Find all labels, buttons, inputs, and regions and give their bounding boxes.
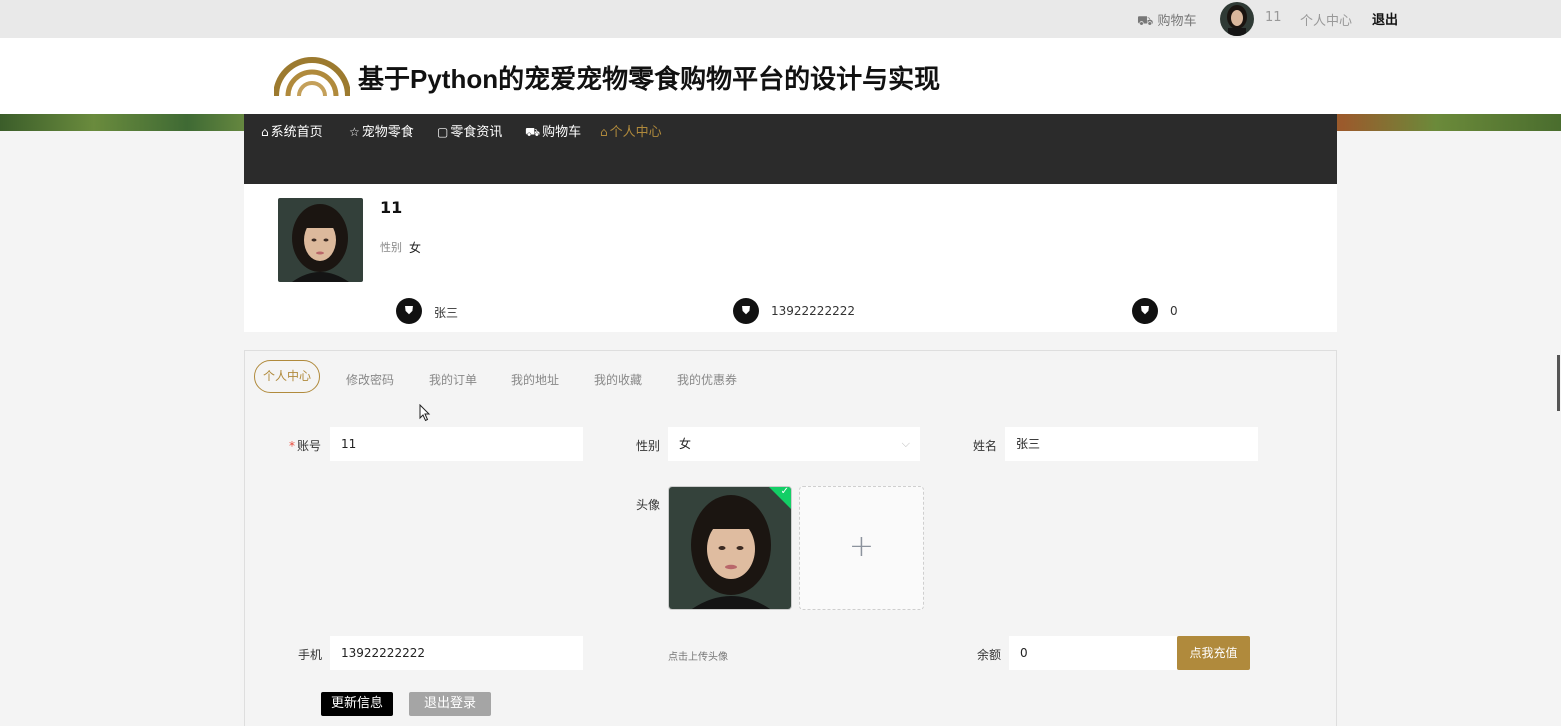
uploaded-avatar-image[interactable]: ✓ bbox=[668, 486, 792, 610]
check-icon: ✓ bbox=[780, 486, 789, 497]
nav-item-home[interactable]: ⌂ 系统首页 bbox=[261, 121, 323, 140]
nav-item-pet-snacks[interactable]: ☆ 宠物零食 bbox=[349, 121, 414, 140]
shield-icon: ⛊ bbox=[1132, 298, 1158, 324]
mouse-cursor-icon bbox=[419, 404, 431, 422]
truck-icon: ⛟ bbox=[525, 125, 541, 139]
account-input[interactable]: 11 bbox=[330, 427, 583, 461]
tab-personal-center[interactable]: 个人中心 bbox=[254, 360, 320, 393]
name-input[interactable]: 张三 bbox=[1005, 427, 1258, 461]
tab-change-password[interactable]: 修改密码 bbox=[346, 371, 394, 388]
chevron-down-icon: ⌵ bbox=[901, 437, 910, 450]
nav-item-snack-news[interactable]: ▢ 零食资讯 bbox=[437, 121, 502, 140]
logout-button[interactable]: 退出登录 bbox=[409, 692, 491, 716]
tab-my-address[interactable]: 我的地址 bbox=[511, 371, 559, 388]
shield-icon: ⛊ bbox=[396, 298, 422, 324]
site-logo bbox=[274, 57, 350, 97]
avatar-upload-button[interactable]: + bbox=[799, 486, 924, 610]
home-icon: ⌂ bbox=[261, 125, 269, 139]
plus-icon: + bbox=[848, 529, 875, 564]
personal-center-panel: 个人中心 修改密码 我的订单 我的地址 我的收藏 我的优惠券 * 账号 11 性别… bbox=[244, 350, 1337, 726]
site-title: 基于Python的宠爱宠物零食购物平台的设计与实现 bbox=[358, 64, 941, 94]
topbar-cart-label: 购物车 bbox=[1157, 14, 1197, 29]
nav-item-cart[interactable]: ⛟ 购物车 bbox=[525, 121, 581, 141]
name-label: 姓名 bbox=[973, 439, 998, 453]
phone-input[interactable]: 13922222222 bbox=[330, 636, 583, 670]
nav-item-personal-center[interactable]: ⌂ 个人中心 bbox=[600, 121, 662, 140]
profile-name: 11 bbox=[380, 198, 403, 217]
topbar-personal-center-link[interactable]: 个人中心 bbox=[1300, 10, 1352, 29]
recharge-button[interactable]: 点我充值 bbox=[1177, 636, 1250, 670]
profile-avatar bbox=[278, 198, 363, 282]
truck-icon: ⛟ bbox=[1137, 14, 1154, 29]
gender-label: 性别 bbox=[636, 439, 661, 453]
top-bar: ⛟ 购物车 11 个人中心 退出 bbox=[0, 0, 1561, 38]
upload-avatar-tip: 点击上传头像 bbox=[668, 652, 728, 663]
topbar-cart-link[interactable]: ⛟ 购物车 bbox=[1137, 10, 1197, 31]
avatar-label: 头像 bbox=[636, 498, 661, 512]
topbar-logout-link[interactable]: 退出 bbox=[1372, 9, 1398, 28]
balance-label: 余额 bbox=[977, 648, 1002, 662]
scrollbar-thumb[interactable] bbox=[1557, 355, 1560, 411]
home-icon: ⌂ bbox=[600, 125, 608, 139]
profile-card: 11 性别 女 ⛊ 张三 ⛊ 13922222222 ⛊ 0 bbox=[244, 184, 1337, 332]
account-label: * 账号 bbox=[289, 439, 322, 453]
bag-icon: ▢ bbox=[437, 125, 449, 139]
gender-select[interactable]: 女 ⌵ bbox=[668, 427, 920, 461]
balance-input[interactable]: 0 bbox=[1009, 636, 1177, 670]
profile-gender-value: 女 bbox=[409, 241, 422, 255]
tab-my-orders[interactable]: 我的订单 bbox=[429, 371, 477, 388]
site-header: 基于Python的宠爱宠物零食购物平台的设计与实现 bbox=[0, 38, 1561, 114]
tab-my-favorites[interactable]: 我的收藏 bbox=[594, 371, 642, 388]
tab-my-coupons[interactable]: 我的优惠券 bbox=[677, 371, 737, 388]
phone-label: 手机 bbox=[298, 648, 323, 662]
star-icon: ☆ bbox=[349, 125, 360, 139]
update-info-button[interactable]: 更新信息 bbox=[321, 692, 393, 716]
shield-icon: ⛊ bbox=[733, 298, 759, 324]
user-avatar[interactable] bbox=[1220, 2, 1254, 36]
topbar-username: 11 bbox=[1265, 10, 1282, 25]
profile-gender-label: 性别 bbox=[380, 241, 402, 254]
main-nav: ⌂ 系统首页 ☆ 宠物零食 ▢ 零食资讯 ⛟ 购物车 ⌂ 个人中心 bbox=[244, 114, 1337, 184]
